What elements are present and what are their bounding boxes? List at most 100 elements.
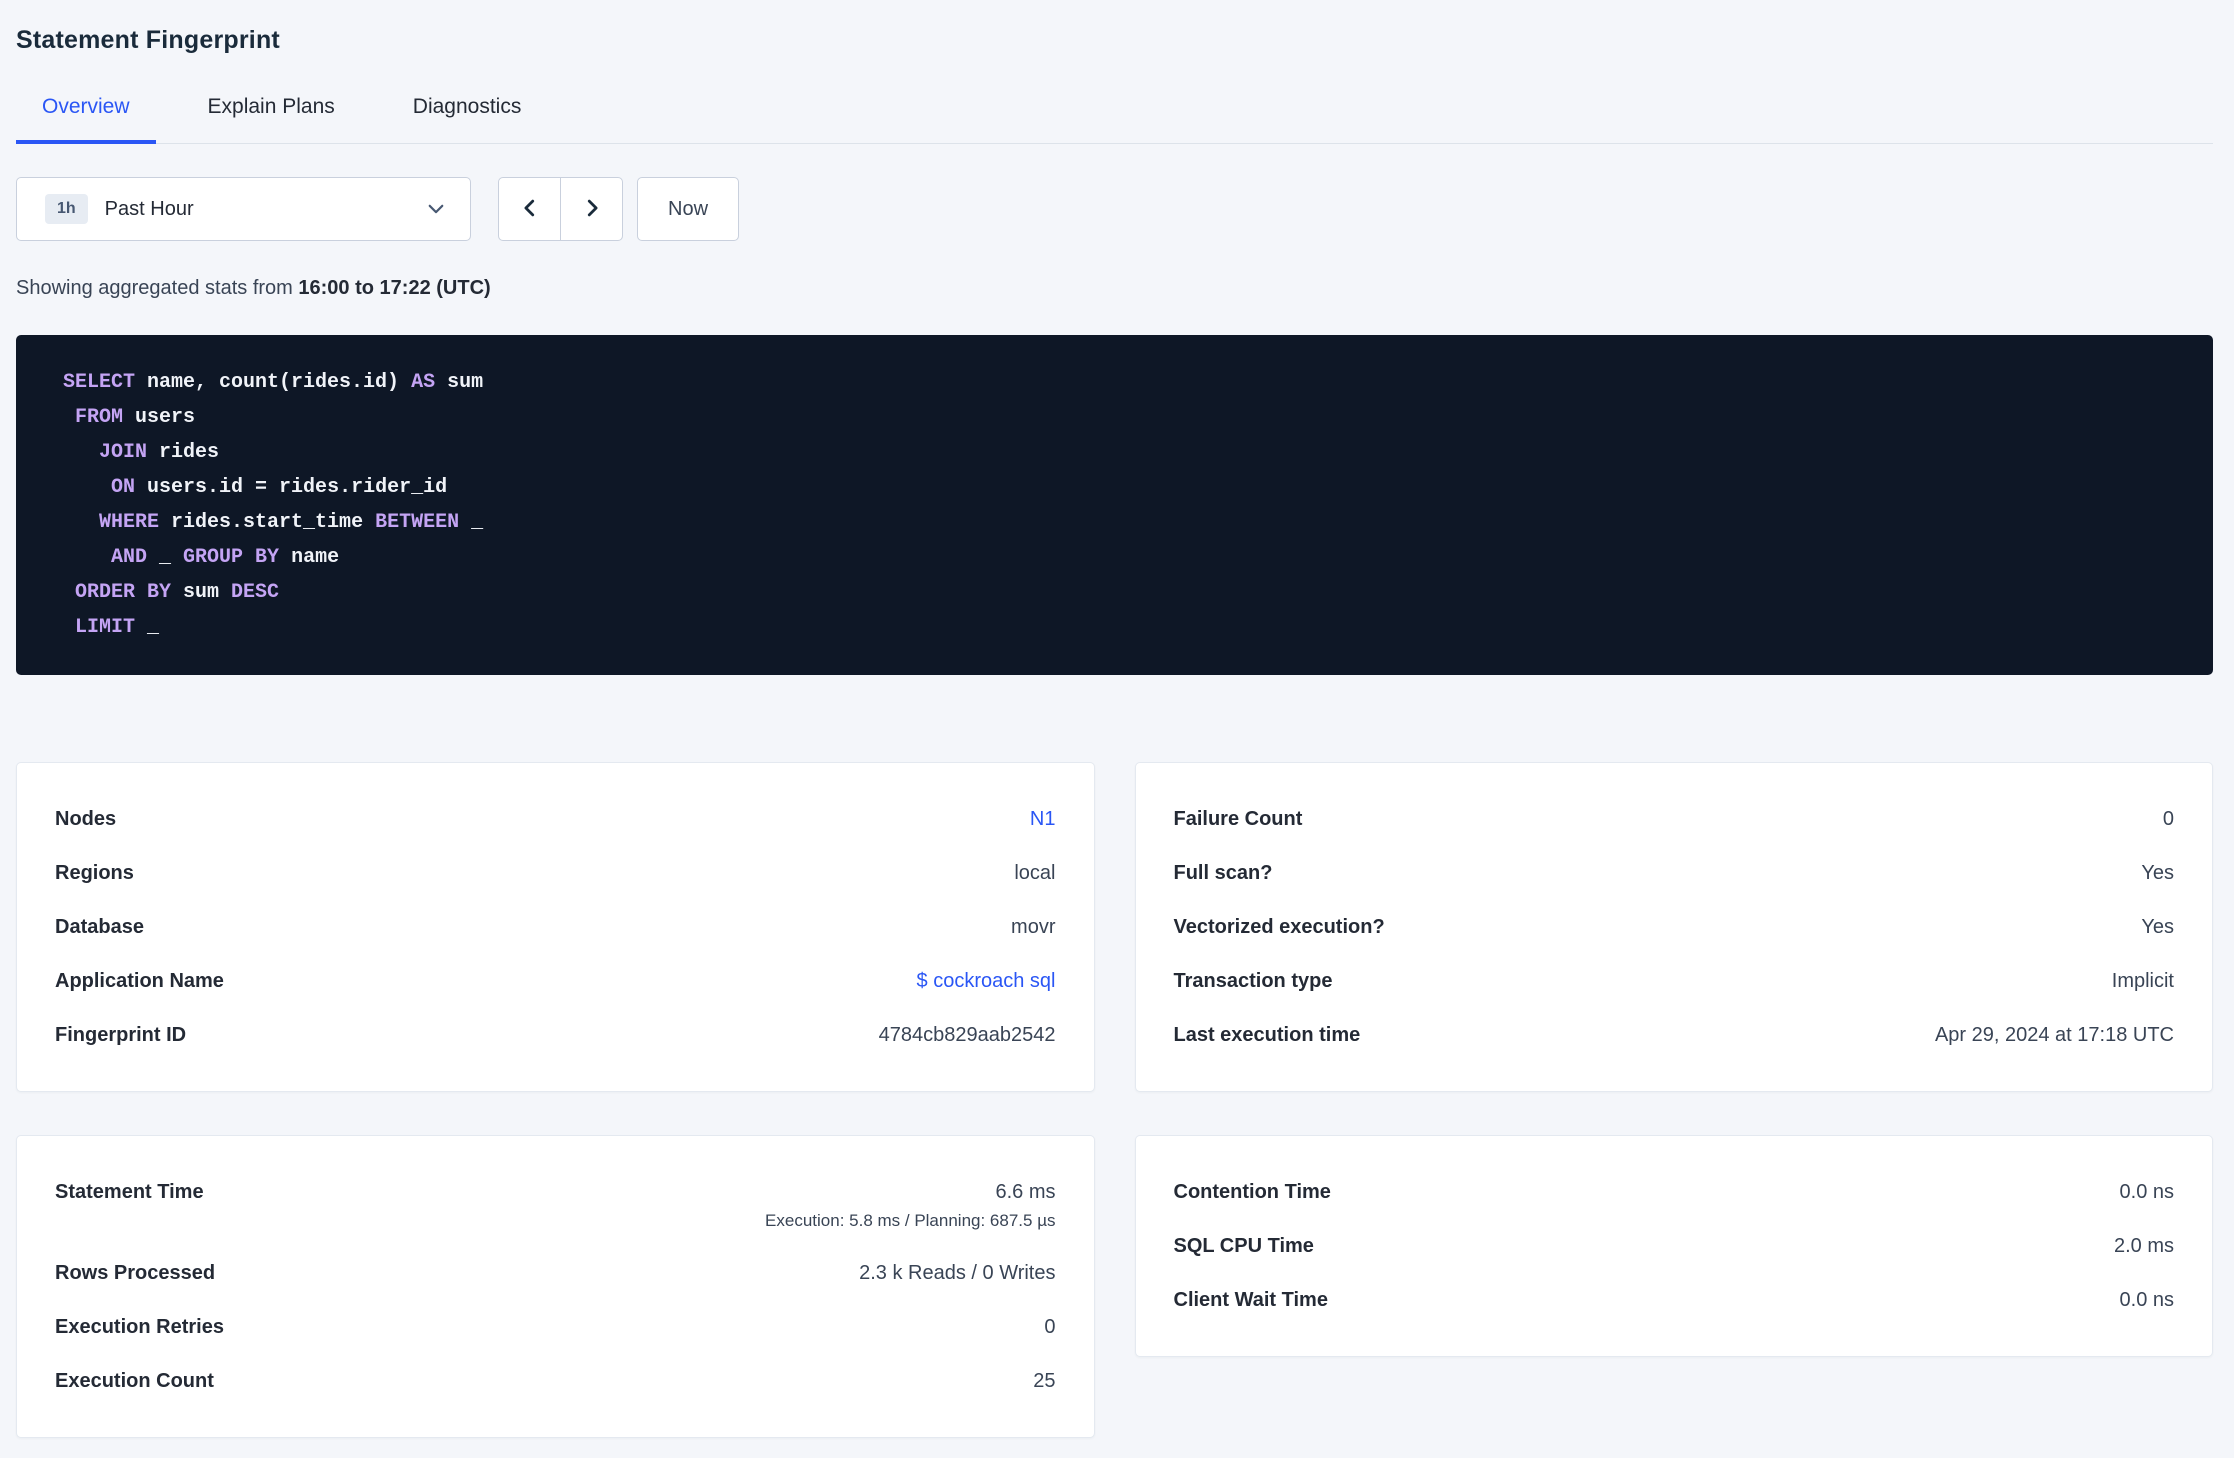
row-label: Execution Count — [55, 1370, 214, 1392]
row-value-link[interactable]: $ cockroach sql — [917, 970, 1056, 992]
card-row: Failure Count 0 — [1174, 792, 2175, 846]
row-label: Contention Time — [1173, 1181, 1331, 1203]
card-row: Statement Time 6.6 ms Execution: 5.8 ms / … — [55, 1165, 1056, 1246]
card-row: Database movr — [55, 900, 1056, 954]
card-row: Transaction type Implicit — [1174, 954, 2175, 1008]
sql-line: AND _ GROUP BY name — [111, 546, 340, 569]
row-label: Nodes — [55, 808, 117, 830]
execution-attributes-card: Failure Count 0 Full scan? Yes Vectorized ex… — [1134, 762, 2213, 1092]
card-row: Rows Processed 2.3 k Reads / 0 Writes — [55, 1246, 1056, 1300]
card-row: Fingerprint ID 4784cb829aab2542 — [55, 1008, 1056, 1062]
stats-note-prefix: Showing aggregated stats from — [16, 277, 293, 299]
row-value-wrap: Apr 29, 2024 at 17:18 UTC — [1935, 1023, 2174, 1047]
row-label: Fingerprint ID — [55, 1024, 187, 1046]
stats-cards: Nodes N1 Regions local Database movr Applicati… — [16, 762, 2213, 1438]
stats-note-range: 16:00 to 17:22 (UTC) — [298, 277, 491, 299]
next-time-button[interactable] — [560, 177, 623, 241]
row-value-wrap: N1 — [1030, 807, 1056, 831]
row-value-wrap: $ cockroach sql — [917, 969, 1056, 993]
row-label: Vectorized execution? — [1173, 916, 1385, 938]
row-value-wrap: Implicit — [2112, 969, 2174, 993]
row-value: 2.0 ms — [2113, 1235, 2174, 1257]
row-value-wrap: 0 — [1044, 1315, 1055, 1339]
time-range-dropdown[interactable]: 1h Past Hour — [16, 177, 471, 241]
statement-details-card: Nodes N1 Regions local Database movr Applicati… — [16, 762, 1095, 1092]
card-row: Execution Count 25 — [55, 1354, 1056, 1408]
row-label: Rows Processed — [55, 1262, 216, 1284]
sql-line: LIMIT _ — [75, 616, 160, 639]
row-value-wrap: 0 — [2163, 807, 2174, 831]
time-range-label: Past Hour — [104, 197, 194, 220]
row-value: Yes — [2141, 862, 2174, 884]
row-label: Client Wait Time — [1173, 1289, 1328, 1311]
card-row: Contention Time 0.0 ns — [1174, 1165, 2175, 1219]
tab-diagnostics[interactable]: Diagnostics — [387, 95, 548, 143]
chevron-left-icon — [519, 197, 541, 222]
row-label: Application Name — [55, 970, 224, 992]
chevron-down-icon — [426, 199, 446, 219]
row-value-wrap: 0.0 ns — [2120, 1180, 2174, 1204]
card-row: Last execution time Apr 29, 2024 at 17:18… — [1174, 1008, 2175, 1062]
row-value-wrap: 25 — [1033, 1369, 1055, 1393]
card-row: Vectorized execution? Yes — [1174, 900, 2175, 954]
row-label: SQL CPU Time — [1173, 1235, 1314, 1257]
row-value: 25 — [1033, 1370, 1056, 1392]
row-subvalue: Execution: 5.8 ms / Planning: 687.5 µs — [765, 1211, 1056, 1230]
sql-line: WHERE rides.start_time BETWEEN _ — [99, 511, 484, 534]
row-value-wrap: 0.0 ns — [2120, 1288, 2174, 1312]
row-label: Transaction type — [1173, 970, 1333, 992]
sql-line: ON users.id = rides.rider_id — [111, 476, 448, 499]
chevron-right-icon — [581, 197, 603, 222]
sql-line: ORDER BY sum DESC — [75, 581, 280, 604]
row-value: local — [1014, 862, 1056, 884]
row-value: 6.6 ms — [995, 1181, 1056, 1203]
statement-timing-card: Statement Time 6.6 ms Execution: 5.8 ms / … — [16, 1135, 1095, 1438]
tab-overview[interactable]: Overview — [16, 95, 156, 144]
row-value: Yes — [2141, 916, 2174, 938]
row-value-link[interactable]: N1 — [1030, 808, 1056, 830]
row-value: 2.3 k Reads / 0 Writes — [859, 1262, 1056, 1284]
row-value-wrap: Yes — [2141, 861, 2174, 885]
card-row: SQL CPU Time 2.0 ms — [1174, 1219, 2175, 1273]
row-label: Execution Retries — [55, 1316, 224, 1338]
statement-fingerprint-page: Statement Fingerprint Overview Explain Pl… — [0, 0, 2234, 1438]
tab-explain-plans[interactable]: Explain Plans — [182, 95, 361, 143]
row-value: Apr 29, 2024 at 17:18 UTC — [1934, 1024, 2174, 1046]
time-nav-group — [498, 177, 623, 241]
sql-statement-box: SELECT name, count(rides.id) AS sum FROM… — [16, 335, 2213, 675]
sql-line: SELECT name, count(rides.id) AS sum — [63, 371, 484, 394]
row-label: Statement Time — [55, 1181, 204, 1203]
row-label: Full scan? — [1173, 862, 1273, 884]
row-label: Database — [55, 916, 144, 938]
card-row: Execution Retries 0 — [55, 1300, 1056, 1354]
row-value-wrap: 2.0 ms — [2114, 1234, 2174, 1258]
row-label: Failure Count — [1173, 808, 1303, 830]
row-value: 0 — [2162, 808, 2174, 830]
row-value: 0.0 ns — [2119, 1289, 2174, 1311]
time-range-badge: 1h — [45, 194, 88, 224]
row-label: Last execution time — [1173, 1024, 1361, 1046]
sql-line: JOIN rides — [99, 441, 220, 464]
row-value: movr — [1011, 916, 1056, 938]
row-label: Regions — [55, 862, 134, 884]
card-row: Nodes N1 — [55, 792, 1056, 846]
now-button[interactable]: Now — [637, 177, 740, 241]
time-toolbar: 1h Past Hour Now — [16, 177, 2213, 241]
sql-line: FROM users — [75, 406, 196, 429]
wait-timing-card: Contention Time 0.0 ns SQL CPU Time 2.0 ms C… — [1134, 1135, 2213, 1357]
card-row: Regions local — [55, 846, 1056, 900]
card-row: Client Wait Time 0.0 ns — [1174, 1273, 2175, 1327]
tab-bar: Overview Explain Plans Diagnostics — [16, 95, 2213, 144]
row-value-wrap: 4784cb829aab2542 — [879, 1023, 1056, 1047]
prev-time-button[interactable] — [498, 177, 561, 241]
row-value-wrap: 6.6 ms Execution: 5.8 ms / Planning: 687.… — [765, 1180, 1055, 1231]
page-title: Statement Fingerprint — [16, 26, 280, 54]
row-value-wrap: local — [1014, 861, 1055, 885]
row-value-wrap: Yes — [2141, 915, 2174, 939]
row-value: Implicit — [2111, 970, 2174, 992]
card-row: Full scan? Yes — [1174, 846, 2175, 900]
row-value: 4784cb829aab2542 — [878, 1024, 1056, 1046]
row-value-wrap: movr — [1011, 915, 1055, 939]
stats-note: Showing aggregated stats from 16:00 to 1… — [16, 277, 2213, 300]
row-value: 0 — [1044, 1316, 1056, 1338]
